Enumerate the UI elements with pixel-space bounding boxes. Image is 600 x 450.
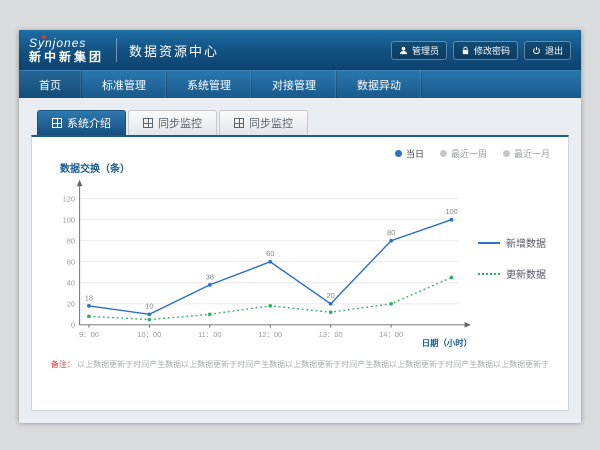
header-actions: 管理员 修改密码 退出 [391,41,571,60]
logout-button[interactable]: 退出 [524,41,571,60]
footnote-prefix: 备注： [51,360,75,369]
svg-text:60: 60 [266,249,274,258]
lock-icon [461,46,470,55]
svg-text:100: 100 [63,215,75,224]
svg-text:40: 40 [67,279,75,288]
legend-dot-icon [440,150,447,157]
time-range-legend: 当日 最近一周 最近一月 [46,145,554,160]
filter-last-week[interactable]: 最近一周 [440,147,487,160]
logo-company-name: 新中新集团 [29,51,104,63]
footnote: 备注： 以上数据更新于时间产生数据以上数据更新于时间产生数据以上数据更新于时间产… [46,359,554,370]
logo-star-icon [42,35,46,39]
svg-text:80: 80 [387,228,395,237]
tab-sync-monitor-1-label: 同步监控 [158,115,202,131]
logo: Synjones 新中新集团 [29,37,104,63]
svg-text:13：00: 13：00 [319,330,343,339]
legend-dot-icon [395,150,402,157]
solid-line-icon [478,242,500,244]
tab-system-intro[interactable]: 系统介绍 [37,110,126,135]
grid-icon [234,118,244,128]
change-password-label: 修改密码 [474,44,510,57]
main-content: 系统介绍 同步监控 同步监控 当日 最近一周 [19,98,581,423]
filter-today-label: 当日 [406,147,424,160]
chart-panel: 当日 最近一周 最近一月 数据交换（条） 0 20 40 60 80 100 120 9：00… [31,135,569,411]
svg-text:18: 18 [85,293,93,302]
power-icon [532,46,541,55]
grid-icon [52,118,62,128]
filter-last-week-label: 最近一周 [451,147,487,160]
series-legend: 新增数据 更新数据 [478,235,546,281]
main-nav: 首页 标准管理 系统管理 对接管理 数据异动 [19,70,581,98]
y-axis-title: 数据交换（条） [60,160,554,175]
legend-item-update-data[interactable]: 更新数据 [478,266,546,281]
app-window: Synjones 新中新集团 数据资源中心 管理员 修改密码 退出 首页 标准管… [19,30,581,422]
svg-text:20: 20 [67,300,75,309]
filter-last-month-label: 最近一月 [514,147,550,160]
legend-update-data-label: 更新数据 [506,266,546,281]
filter-today[interactable]: 当日 [395,147,424,160]
svg-text:60: 60 [67,258,75,267]
tab-bar: 系统介绍 同步监控 同步监控 [31,110,569,135]
svg-text:120: 120 [63,194,75,203]
user-icon [399,46,408,55]
nav-item-home[interactable]: 首页 [19,71,82,98]
grid-icon [143,118,153,128]
chart-row: 0 20 40 60 80 100 120 9：00 10：00 11：00 12：00 13：00 1… [46,177,554,349]
svg-text:10：00: 10：00 [137,330,161,339]
nav-item-integration-mgmt[interactable]: 对接管理 [252,71,337,98]
svg-text:100: 100 [445,207,457,216]
line-chart: 0 20 40 60 80 100 120 9：00 10：00 11：00 12：00 13：00 1… [46,177,474,349]
logout-label: 退出 [545,44,563,57]
svg-text:日期（小时）: 日期（小时） [422,338,472,348]
nav-item-system-mgmt[interactable]: 系统管理 [167,71,252,98]
svg-text:14：00: 14：00 [379,330,403,339]
tab-sync-monitor-2[interactable]: 同步监控 [219,110,308,135]
nav-item-standard-mgmt[interactable]: 标准管理 [82,71,167,98]
tab-system-intro-label: 系统介绍 [67,115,111,131]
tab-sync-monitor-2-label: 同步监控 [249,115,293,131]
svg-text:11：00: 11：00 [198,330,221,339]
app-header: Synjones 新中新集团 数据资源中心 管理员 修改密码 退出 [19,30,581,70]
admin-user-label: 管理员 [412,44,439,57]
dotted-line-icon [478,273,500,275]
svg-text:38: 38 [206,272,214,281]
svg-text:10: 10 [145,302,153,311]
legend-new-data-label: 新增数据 [506,235,546,250]
logo-wordmark: Synjones [29,37,104,49]
header-divider [116,38,117,62]
filter-last-month[interactable]: 最近一月 [503,147,550,160]
tab-sync-monitor-1[interactable]: 同步监控 [128,110,217,135]
admin-user-button[interactable]: 管理员 [391,41,447,60]
legend-dot-icon [503,150,510,157]
legend-item-new-data[interactable]: 新增数据 [478,235,546,250]
svg-text:0: 0 [71,321,75,330]
nav-item-data-change[interactable]: 数据异动 [337,71,422,98]
page-title: 数据资源中心 [129,41,219,60]
svg-text:20: 20 [327,291,335,300]
change-password-button[interactable]: 修改密码 [453,41,518,60]
svg-text:80: 80 [67,237,75,246]
svg-text:9：00: 9：00 [79,330,99,339]
footnote-text: 以上数据更新于时间产生数据以上数据更新于时间产生数据以上数据更新于时间产生数据以… [77,360,549,369]
svg-text:12：00: 12：00 [258,330,282,339]
